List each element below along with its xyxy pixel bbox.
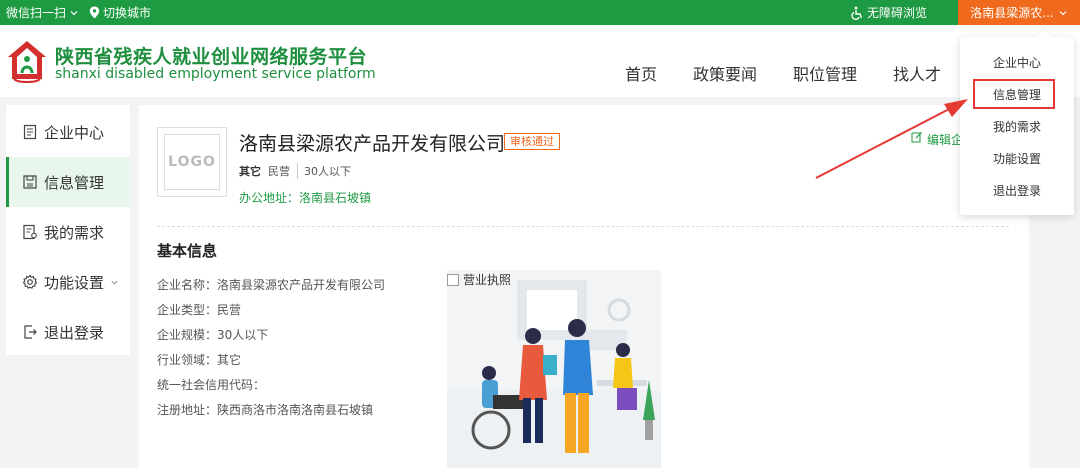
user-dropdown-menu: 企业中心 信息管理 我的需求 功能设置 退出登录 [960, 37, 1074, 215]
field-company-size: 企业规模：30人以下 [157, 328, 269, 342]
sidebar-item-info-management[interactable]: 信息管理 [6, 157, 130, 207]
dropdown-item-my-needs[interactable]: 我的需求 [960, 118, 1074, 135]
dropdown-item-enterprise-center[interactable]: 企业中心 [960, 54, 1074, 71]
switch-city-label: 切换城市 [103, 6, 152, 20]
sidebar-item-label: 企业中心 [44, 123, 105, 142]
accessibility-button[interactable]: 无障碍浏览 [850, 4, 927, 21]
main-content: LOGO 洛南县梁源农产品开发有限公司 审核通过 其它 民营 30人以下 办公地… [139, 105, 1029, 468]
site-header: 陕西省残疾人就业创业网络服务平台 shanxi disabled employm… [0, 25, 1080, 97]
document-icon [23, 124, 37, 140]
business-license-image[interactable] [447, 270, 661, 468]
tag-size: 30人以下 [297, 163, 351, 179]
user-menu-label: 洛南县梁源农... [970, 6, 1054, 20]
nav-policy-news[interactable]: 政策要闻 [693, 61, 757, 85]
platform-title-en: shanxi disabled employment service platf… [55, 66, 376, 82]
edit-company-button[interactable]: 编辑企 [911, 131, 963, 148]
field-company-name: 企业名称：洛南县梁源农产品开发有限公司 [157, 278, 386, 292]
company-tags: 其它 民营 30人以下 [239, 163, 351, 179]
chevron-down-icon [111, 280, 118, 285]
office-team-illustration [447, 270, 661, 468]
nav-find-talent[interactable]: 找人才 [893, 61, 941, 85]
accessibility-label: 无障碍浏览 [867, 6, 928, 20]
platform-title-cn: 陕西省残疾人就业创业网络服务平台 [55, 46, 368, 68]
chevron-down-icon [1059, 10, 1067, 15]
sidebar-item-my-needs[interactable]: 我的需求 [6, 207, 130, 257]
location-pin-icon [89, 6, 100, 19]
company-logo-placeholder: LOGO [164, 134, 220, 190]
chevron-down-icon [70, 10, 78, 15]
logout-icon [24, 325, 37, 339]
form-edit-icon [23, 224, 37, 240]
top-bar: 微信扫一扫 切换城市 无障碍浏览 洛南县梁源农... [0, 0, 1080, 25]
sidebar: 企业中心 信息管理 我的需求 功能设置 退出登录 [6, 105, 130, 355]
sidebar-item-logout[interactable]: 退出登录 [6, 307, 130, 357]
nav-job-management[interactable]: 职位管理 [793, 61, 857, 85]
field-industry: 行业领域：其它 [157, 353, 242, 367]
wechat-scan-label: 微信扫一扫 [6, 6, 67, 20]
wheelchair-icon [851, 6, 863, 20]
platform-logo-icon[interactable] [6, 39, 48, 83]
nav-home[interactable]: 首页 [625, 61, 657, 85]
business-license-text: 营业执照 [463, 273, 512, 287]
highlight-box [973, 79, 1055, 109]
user-menu-button[interactable]: 洛南县梁源农... [958, 0, 1080, 25]
sidebar-item-settings[interactable]: 功能设置 [6, 257, 130, 307]
sidebar-item-label: 退出登录 [44, 323, 105, 342]
wechat-scan-button[interactable]: 微信扫一扫 [6, 4, 79, 21]
checkbox-icon[interactable] [447, 273, 459, 286]
company-name: 洛南县梁源农产品开发有限公司 [239, 133, 506, 155]
edit-icon [911, 132, 922, 143]
status-badge: 审核通过 [504, 133, 560, 150]
sidebar-item-enterprise-center[interactable]: 企业中心 [6, 107, 130, 157]
office-address: 办公地址：洛南县石坡镇 [239, 191, 372, 205]
field-registered-address: 注册地址：陕西商洛市洛南洛南县石坡镇 [157, 403, 374, 417]
business-license-label: 营业执照 [447, 271, 511, 288]
tag-industry: 其它 [239, 165, 261, 178]
divider [157, 226, 1009, 227]
save-icon [23, 175, 37, 189]
sidebar-item-label: 信息管理 [44, 173, 105, 192]
dropdown-item-settings[interactable]: 功能设置 [960, 150, 1074, 167]
field-credit-code: 统一社会信用代码： [157, 378, 266, 392]
edit-company-label: 编辑企 [927, 133, 964, 147]
dropdown-item-logout[interactable]: 退出登录 [960, 182, 1074, 199]
sidebar-item-label: 我的需求 [44, 223, 105, 242]
gear-icon [22, 274, 38, 289]
field-company-type: 企业类型：民营 [157, 303, 242, 317]
company-logo: LOGO [157, 127, 227, 197]
tag-type: 民营 [268, 165, 290, 178]
section-title-basic-info: 基本信息 [157, 242, 218, 260]
sidebar-item-label: 功能设置 [44, 273, 105, 292]
switch-city-button[interactable]: 切换城市 [89, 4, 151, 21]
